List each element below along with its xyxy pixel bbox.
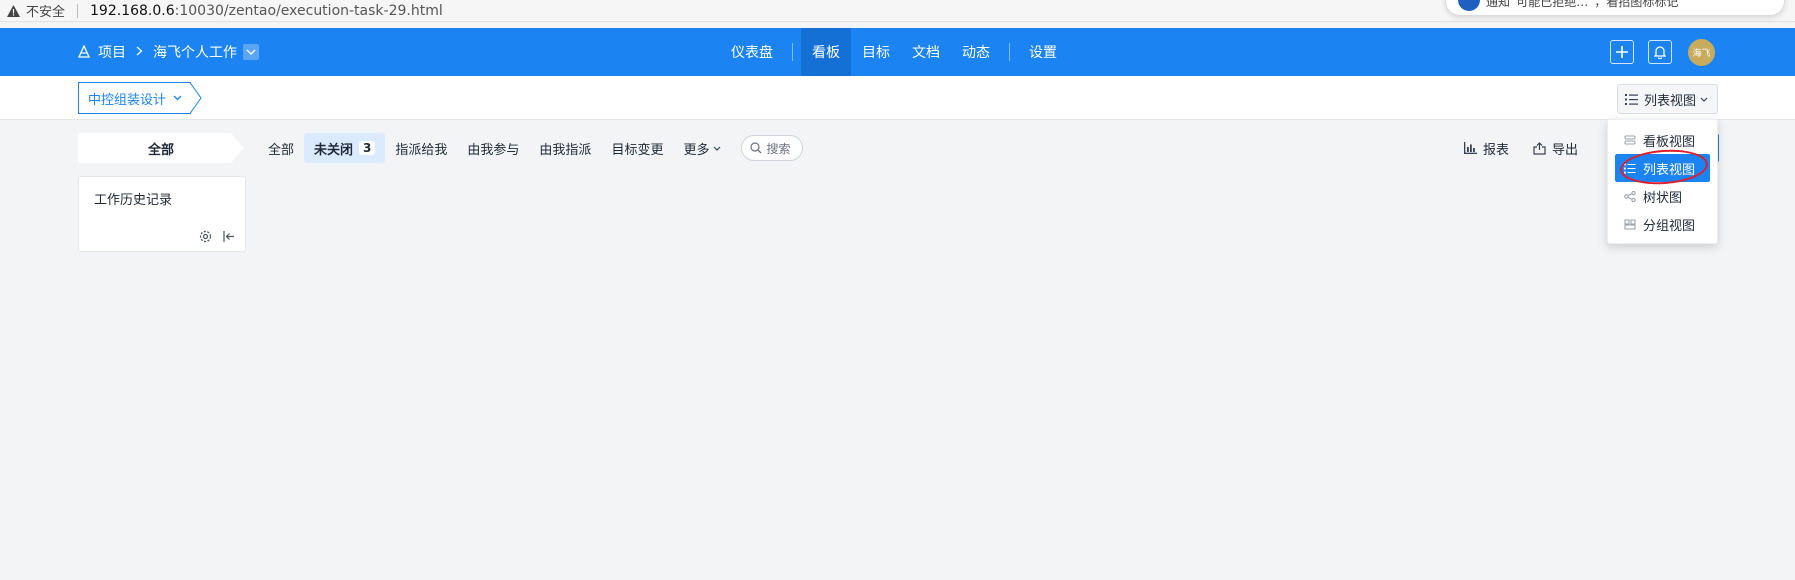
collapse-icon[interactable] bbox=[223, 230, 235, 246]
export-icon bbox=[1533, 141, 1546, 155]
selector-arrow-shape bbox=[190, 82, 202, 114]
notification-icon bbox=[1458, 0, 1480, 11]
export-label: 导出 bbox=[1552, 142, 1579, 158]
create-button[interactable] bbox=[1610, 40, 1634, 64]
menu-item-group-view[interactable]: 分组视图 bbox=[1608, 210, 1717, 238]
filter-count-badge: 3 bbox=[359, 141, 376, 155]
lane-title: 工作历史记录 bbox=[94, 193, 173, 208]
breadcrumb-root[interactable]: 项目 bbox=[98, 42, 126, 62]
notification-pill[interactable]: 通知“可能已拒绝…”，看招图标标记 bbox=[1445, 0, 1785, 16]
nav-dashboard[interactable]: 仪表盘 bbox=[720, 28, 784, 76]
sub-header: 中控组装设计 列表视图 bbox=[0, 76, 1795, 120]
top-nav: 项目 海飞个人工作 仪表盘 看板 目标 文档 动态 设置 海飞 bbox=[0, 28, 1795, 76]
filter-goal-changed[interactable]: 目标变更 bbox=[601, 133, 673, 163]
toolbar-actions: 报表 导出 bbox=[1464, 133, 1602, 163]
project-switch-button[interactable] bbox=[243, 44, 259, 60]
menu-item-tree-view[interactable]: 树状图 bbox=[1608, 182, 1717, 210]
menu-item-label: 看板视图 bbox=[1643, 134, 1696, 150]
nav-settings[interactable]: 设置 bbox=[1018, 28, 1068, 76]
filter-bar: 全部 未关闭 3 指派给我 由我参与 由我指派 目标变更 更多 搜索 bbox=[258, 133, 804, 163]
main-nav: 仪表盘 看板 目标 文档 动态 设置 bbox=[720, 28, 1068, 76]
url-path[interactable]: :10030/zentao/execution-task-29.html bbox=[175, 3, 443, 19]
report-label: 报表 bbox=[1483, 142, 1510, 158]
url-host[interactable]: 192.168.0.6 bbox=[90, 3, 175, 19]
insecure-label: 不安全 bbox=[26, 5, 66, 20]
bell-icon bbox=[1654, 46, 1666, 59]
chevron-down-icon bbox=[246, 49, 256, 55]
filter-assigned-to-me[interactable]: 指派给我 bbox=[385, 133, 457, 163]
gear-icon[interactable] bbox=[199, 230, 212, 247]
nav-activity[interactable]: 动态 bbox=[951, 28, 1001, 76]
group-icon bbox=[1624, 218, 1636, 230]
notification-text: 通知“可能已拒绝…”，看招图标标记 bbox=[1486, 0, 1679, 9]
filter-more[interactable]: 更多 bbox=[673, 133, 731, 163]
view-switch-button[interactable]: 列表视图 bbox=[1617, 84, 1718, 114]
header-tools: 海飞 bbox=[1610, 28, 1715, 76]
menu-item-label: 分组视图 bbox=[1643, 218, 1696, 234]
plus-icon bbox=[1616, 46, 1628, 58]
kanban-icon bbox=[1624, 134, 1636, 145]
nav-kanban[interactable]: 看板 bbox=[801, 28, 851, 76]
notifications-button[interactable] bbox=[1648, 40, 1672, 64]
menu-item-label: 树状图 bbox=[1643, 190, 1683, 206]
breadcrumb: 项目 海飞个人工作 bbox=[77, 28, 259, 76]
search-input[interactable]: 搜索 bbox=[741, 135, 804, 161]
project-icon bbox=[77, 44, 92, 59]
search-placeholder: 搜索 bbox=[766, 141, 791, 156]
filter-all[interactable]: 全部 bbox=[258, 133, 304, 163]
report-button[interactable]: 报表 bbox=[1464, 139, 1509, 158]
filter-involved[interactable]: 由我参与 bbox=[457, 133, 529, 163]
url-separator bbox=[77, 3, 79, 18]
nav-divider bbox=[1009, 43, 1010, 61]
nav-docs[interactable]: 文档 bbox=[901, 28, 951, 76]
lane-card: 工作历史记录 bbox=[78, 176, 246, 252]
list-icon bbox=[1625, 93, 1638, 105]
chevron-down-icon bbox=[1700, 97, 1708, 102]
lane-tab-all[interactable]: 全部 bbox=[78, 133, 244, 163]
filter-unclosed-label: 未关闭 bbox=[314, 142, 354, 158]
nav-goal[interactable]: 目标 bbox=[851, 28, 901, 76]
execution-selector[interactable]: 中控组装设计 bbox=[78, 82, 191, 114]
export-button[interactable]: 导出 bbox=[1533, 139, 1578, 158]
chevron-down-icon bbox=[714, 146, 721, 151]
chevron-right-icon bbox=[136, 44, 143, 60]
nav-divider bbox=[792, 43, 793, 61]
chevron-down-icon bbox=[173, 95, 182, 101]
warning-icon bbox=[6, 4, 20, 18]
filter-more-label: 更多 bbox=[683, 142, 710, 158]
filter-assigned-by-me[interactable]: 由我指派 bbox=[529, 133, 601, 163]
breadcrumb-project[interactable]: 海飞个人工作 bbox=[153, 42, 237, 62]
bar-chart-icon bbox=[1464, 142, 1477, 154]
avatar[interactable]: 海飞 bbox=[1688, 38, 1715, 66]
tree-icon bbox=[1624, 190, 1636, 202]
execution-name: 中控组装设计 bbox=[88, 92, 167, 108]
search-icon bbox=[750, 142, 762, 154]
view-switch-label: 列表视图 bbox=[1644, 93, 1697, 109]
filter-unclosed[interactable]: 未关闭 3 bbox=[304, 133, 386, 163]
browser-url-bar: 不安全 192.168.0.6:10030/zentao/execution-t… bbox=[0, 0, 1795, 22]
